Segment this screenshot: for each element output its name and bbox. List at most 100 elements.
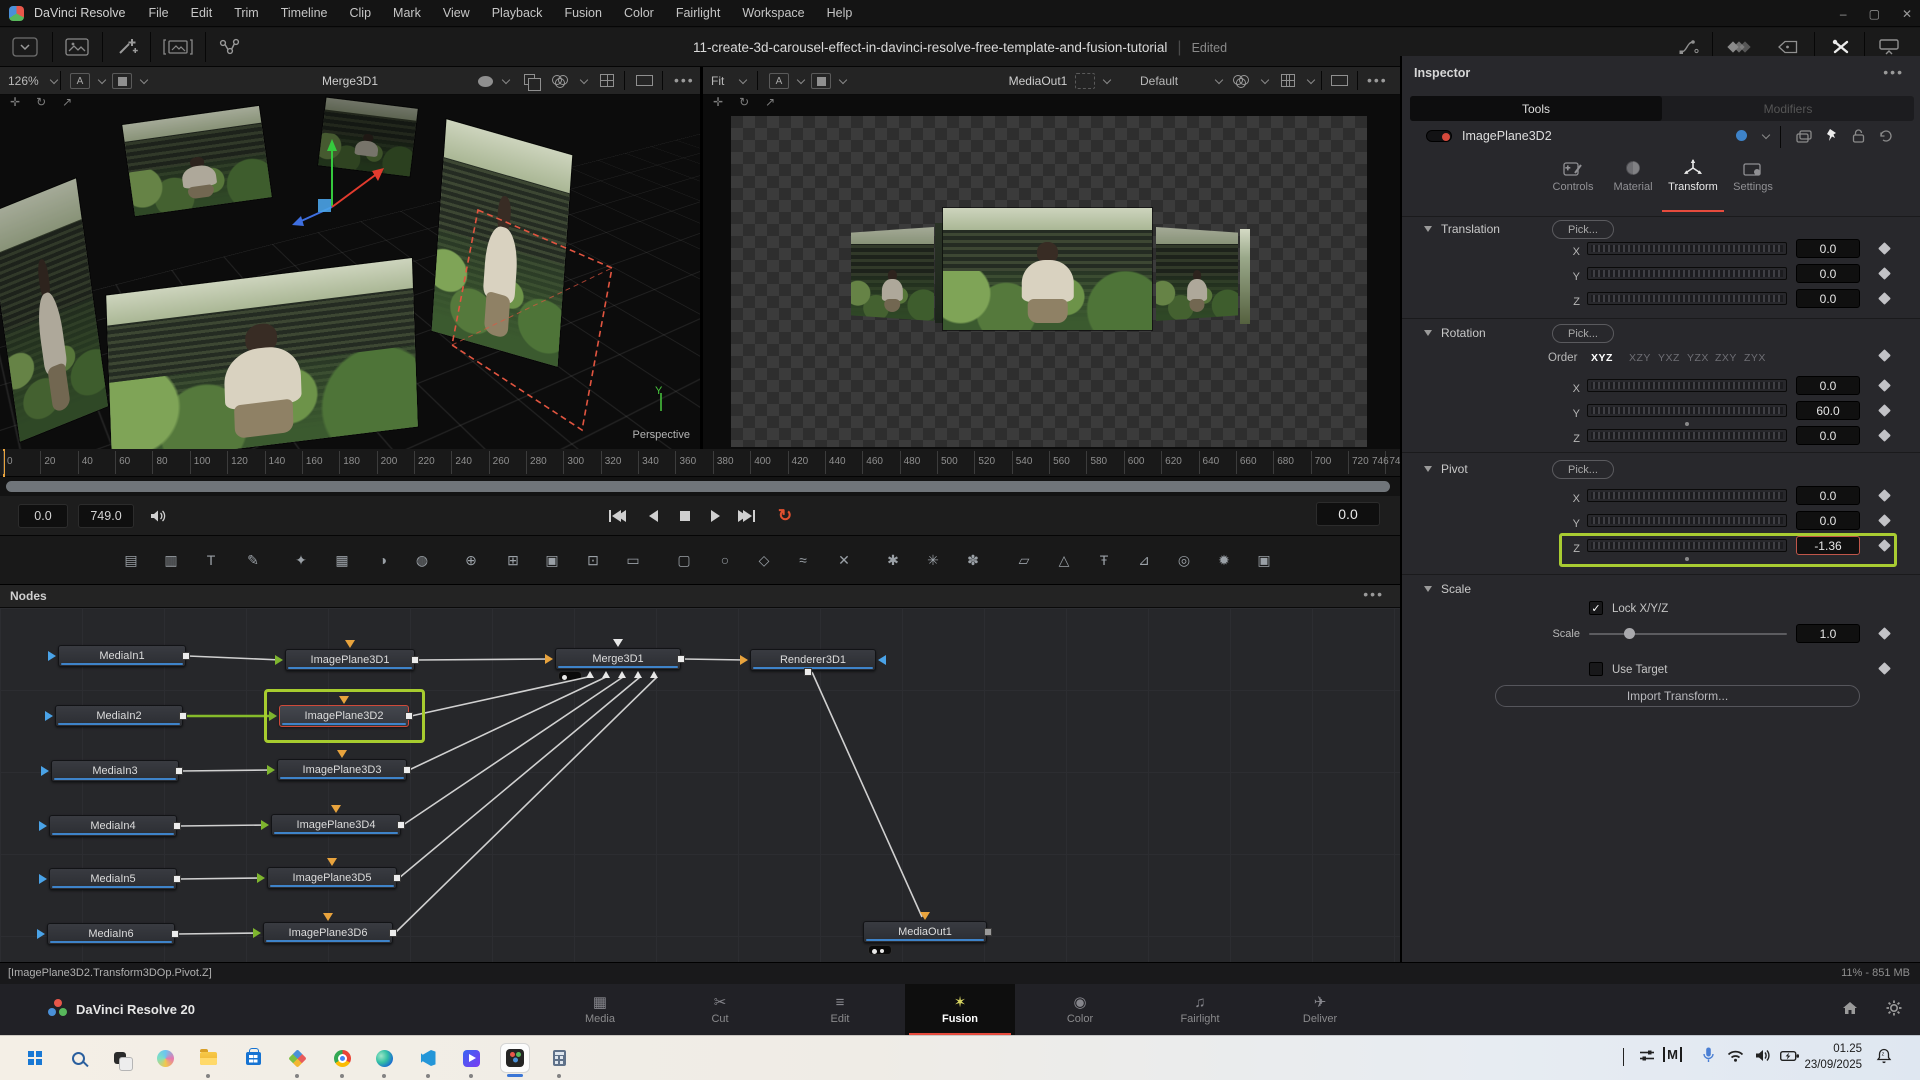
node-input-blue[interactable] xyxy=(45,711,53,721)
page-tab-media[interactable]: ▦Media xyxy=(545,984,655,1035)
node-enable-toggle[interactable] xyxy=(1426,130,1452,142)
node-mediain5[interactable]: MediaIn5 xyxy=(49,868,177,890)
menu-mark[interactable]: Mark xyxy=(382,6,432,20)
scale-slider-handle[interactable] xyxy=(1624,628,1635,639)
minimize-button[interactable]: – xyxy=(1840,7,1847,21)
pivot-y-slider[interactable] xyxy=(1587,514,1787,527)
menu-clip[interactable]: Clip xyxy=(339,6,383,20)
move-icon[interactable]: ✛ xyxy=(713,95,723,115)
node-mediain1[interactable]: MediaIn1 xyxy=(58,645,186,667)
subtab-transform[interactable]: Transform xyxy=(1664,156,1722,208)
chevron-down-icon[interactable] xyxy=(50,76,58,84)
fullscreen-rect-icon[interactable] xyxy=(636,75,653,86)
rotation-pick-button[interactable]: Pick... xyxy=(1552,324,1614,343)
node-material-input[interactable] xyxy=(323,913,333,921)
resize-tool-icon[interactable]: ▭ xyxy=(620,548,646,572)
node-output[interactable] xyxy=(389,929,397,937)
channel-fill-button[interactable] xyxy=(112,73,132,89)
order-yxz[interactable]: YXZ xyxy=(1658,352,1680,364)
menu-trim[interactable]: Trim xyxy=(223,6,270,20)
rotation-x-value[interactable]: 0.0 xyxy=(1796,376,1860,395)
text-3d-tool-icon[interactable]: Ŧ xyxy=(1091,548,1117,572)
keyframe-diamond[interactable] xyxy=(1878,349,1891,362)
node-output[interactable] xyxy=(397,821,405,829)
lock-icon[interactable] xyxy=(1852,129,1865,148)
menu-workspace[interactable]: Workspace xyxy=(731,6,815,20)
particle-render-tool-icon[interactable]: ✽ xyxy=(960,548,986,572)
right-2d-viewport[interactable]: ✛ ↻ ↗ xyxy=(703,95,1400,449)
node-color-dot[interactable] xyxy=(1736,130,1747,141)
chevron-down-icon[interactable] xyxy=(797,76,805,84)
play-button[interactable] xyxy=(702,506,728,526)
rectangle-mask-tool-icon[interactable]: ▢ xyxy=(671,548,697,572)
node-merge3d1[interactable]: Merge3D1 xyxy=(555,648,681,670)
tray-clock[interactable]: 01.25 23/09/2025 xyxy=(1804,1041,1862,1073)
node-imageplane3d1[interactable]: ImagePlane3D1 xyxy=(285,649,415,671)
node-mediain4[interactable]: MediaIn4 xyxy=(49,815,177,837)
chevron-down-icon[interactable] xyxy=(1215,76,1223,84)
subtab-material[interactable]: Material xyxy=(1604,156,1662,208)
range-start-field[interactable]: 0.0 xyxy=(18,504,68,528)
node-material-input[interactable] xyxy=(337,750,347,758)
split-view-icon[interactable] xyxy=(600,74,614,87)
translation-y-value[interactable]: 0.0 xyxy=(1796,264,1860,283)
tray-mixer-icon[interactable] xyxy=(1640,1049,1654,1067)
maximize-button[interactable]: ▢ xyxy=(1869,7,1880,21)
crop-tool-icon[interactable]: ⊡ xyxy=(580,548,606,572)
collapse-icon[interactable] xyxy=(1424,226,1432,232)
node-image-input[interactable] xyxy=(275,655,283,665)
translation-x-value[interactable]: 0.0 xyxy=(1796,239,1860,258)
node-output[interactable] xyxy=(403,766,411,774)
color-controls-icon[interactable] xyxy=(1233,75,1253,87)
keyframe-diamond[interactable] xyxy=(1878,267,1891,280)
audio-mute-icon[interactable] xyxy=(146,506,172,526)
keyframe-diamond[interactable] xyxy=(1878,379,1891,392)
nodes-options-icon[interactable]: ••• xyxy=(1363,586,1384,602)
chevron-down-icon[interactable] xyxy=(502,76,510,84)
node-mediain3[interactable]: MediaIn3 xyxy=(51,760,179,782)
move-icon[interactable]: ✛ xyxy=(10,95,20,115)
node-material-input[interactable] xyxy=(331,805,341,813)
pivot-x-slider[interactable] xyxy=(1587,489,1787,502)
ellipse-mask-tool-icon[interactable]: ○ xyxy=(712,548,738,572)
node-output-bottom[interactable] xyxy=(804,668,812,676)
collapse-icon[interactable] xyxy=(1424,586,1432,592)
image-plane-3d-tool-icon[interactable]: ▱ xyxy=(1011,548,1037,572)
taskbar-microsoft-store-icon[interactable] xyxy=(238,1043,268,1073)
scale-icon[interactable]: ↗ xyxy=(765,95,775,115)
keyframe-diamond[interactable] xyxy=(1878,627,1891,640)
rotate-icon[interactable]: ↻ xyxy=(739,95,749,115)
media-pool-button[interactable] xyxy=(60,35,94,59)
node-output[interactable] xyxy=(173,875,181,883)
node-material-input[interactable] xyxy=(345,640,355,648)
node-input-blue[interactable] xyxy=(39,821,47,831)
fullscreen-rect-icon[interactable] xyxy=(1331,75,1348,86)
page-tab-edit[interactable]: ≡Edit xyxy=(785,984,895,1035)
node-scene-input-left[interactable] xyxy=(545,654,553,664)
menu-fusion[interactable]: Fusion xyxy=(553,6,613,20)
close-button[interactable]: ✕ xyxy=(1902,7,1912,21)
goto-start-button[interactable] xyxy=(604,506,630,526)
rotation-x-slider[interactable] xyxy=(1587,379,1787,392)
node-input-blue[interactable] xyxy=(41,766,49,776)
step-back-button[interactable] xyxy=(640,506,666,526)
tray-volume-icon[interactable] xyxy=(1755,1049,1772,1067)
right-viewer-zoom[interactable]: Fit xyxy=(711,74,724,88)
node-output[interactable] xyxy=(677,655,685,663)
taskbar-paint-icon[interactable] xyxy=(282,1043,312,1073)
channel-a-button[interactable]: A xyxy=(769,73,789,89)
tray-battery-icon[interactable] xyxy=(1780,1049,1800,1067)
inspector-options-icon[interactable]: ••• xyxy=(1883,64,1904,80)
node-output[interactable] xyxy=(405,712,413,720)
hue-curves-tool-icon[interactable]: ◑ xyxy=(370,548,396,572)
page-tab-cut[interactable]: ✂Cut xyxy=(665,984,775,1035)
tray-expand-icon[interactable] xyxy=(1623,1049,1624,1067)
pivot-z-slider[interactable] xyxy=(1587,539,1787,552)
home-icon[interactable] xyxy=(1842,1001,1858,1015)
use-target-checkbox[interactable] xyxy=(1589,662,1603,676)
particle-emitter-tool-icon[interactable]: ✱ xyxy=(880,548,906,572)
color-corrector-tool-icon[interactable]: ✦ xyxy=(288,548,314,572)
clips-button[interactable] xyxy=(158,35,198,59)
pivot-pick-button[interactable]: Pick... xyxy=(1552,460,1614,479)
camera-3d-tool-icon[interactable]: ◎ xyxy=(1171,548,1197,572)
